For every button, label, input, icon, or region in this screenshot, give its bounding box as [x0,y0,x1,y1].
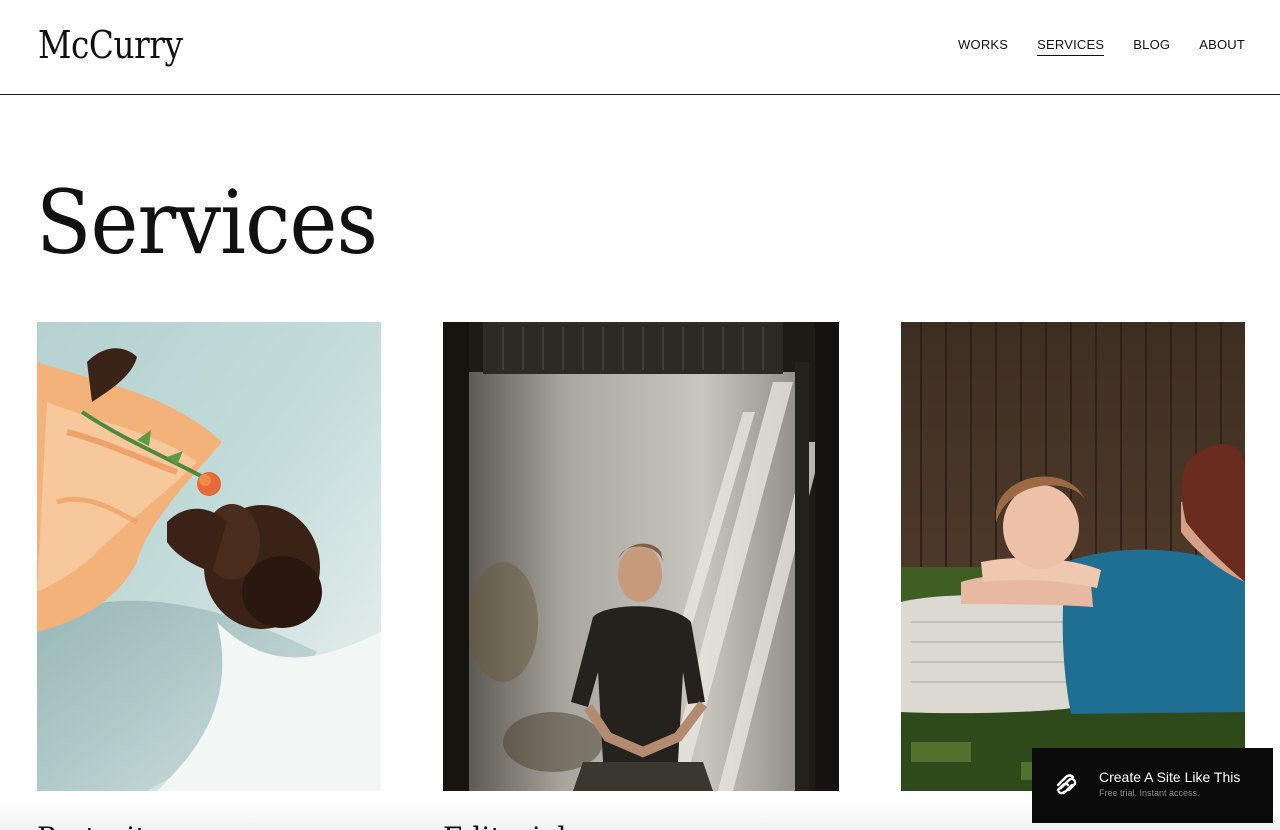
service-image-portrait-flower[interactable] [37,322,381,791]
photo-man-wall-icon [443,322,839,791]
card-heading-1: Portraits [37,818,297,830]
service-image-portrait-grass[interactable] [901,322,1245,791]
site-logo[interactable]: McCurry [38,22,183,68]
main-nav: WORKS SERVICES BLOG ABOUT [958,37,1245,56]
promo-subtitle: Free trial. Instant access. [1099,788,1200,798]
nav-item-services[interactable]: SERVICES [1037,37,1105,56]
photo-woman-lying-icon [901,322,1245,791]
nav-item-works[interactable]: WORKS [958,37,1008,56]
page-title: Services [36,171,378,274]
promo-title: Create A Site Like This [1099,769,1241,785]
service-image-portrait-wall[interactable] [443,322,839,791]
create-site-promo[interactable]: Create A Site Like This Free trial. Inst… [1032,748,1273,823]
card-heading-2: Editorial [443,818,703,830]
photo-woman-flower-icon [37,322,381,791]
squarespace-logo-icon [1056,774,1077,795]
nav-item-blog[interactable]: BLOG [1133,37,1170,56]
site-header: McCurry WORKS SERVICES BLOG ABOUT [0,0,1280,95]
nav-item-about[interactable]: ABOUT [1199,37,1245,56]
